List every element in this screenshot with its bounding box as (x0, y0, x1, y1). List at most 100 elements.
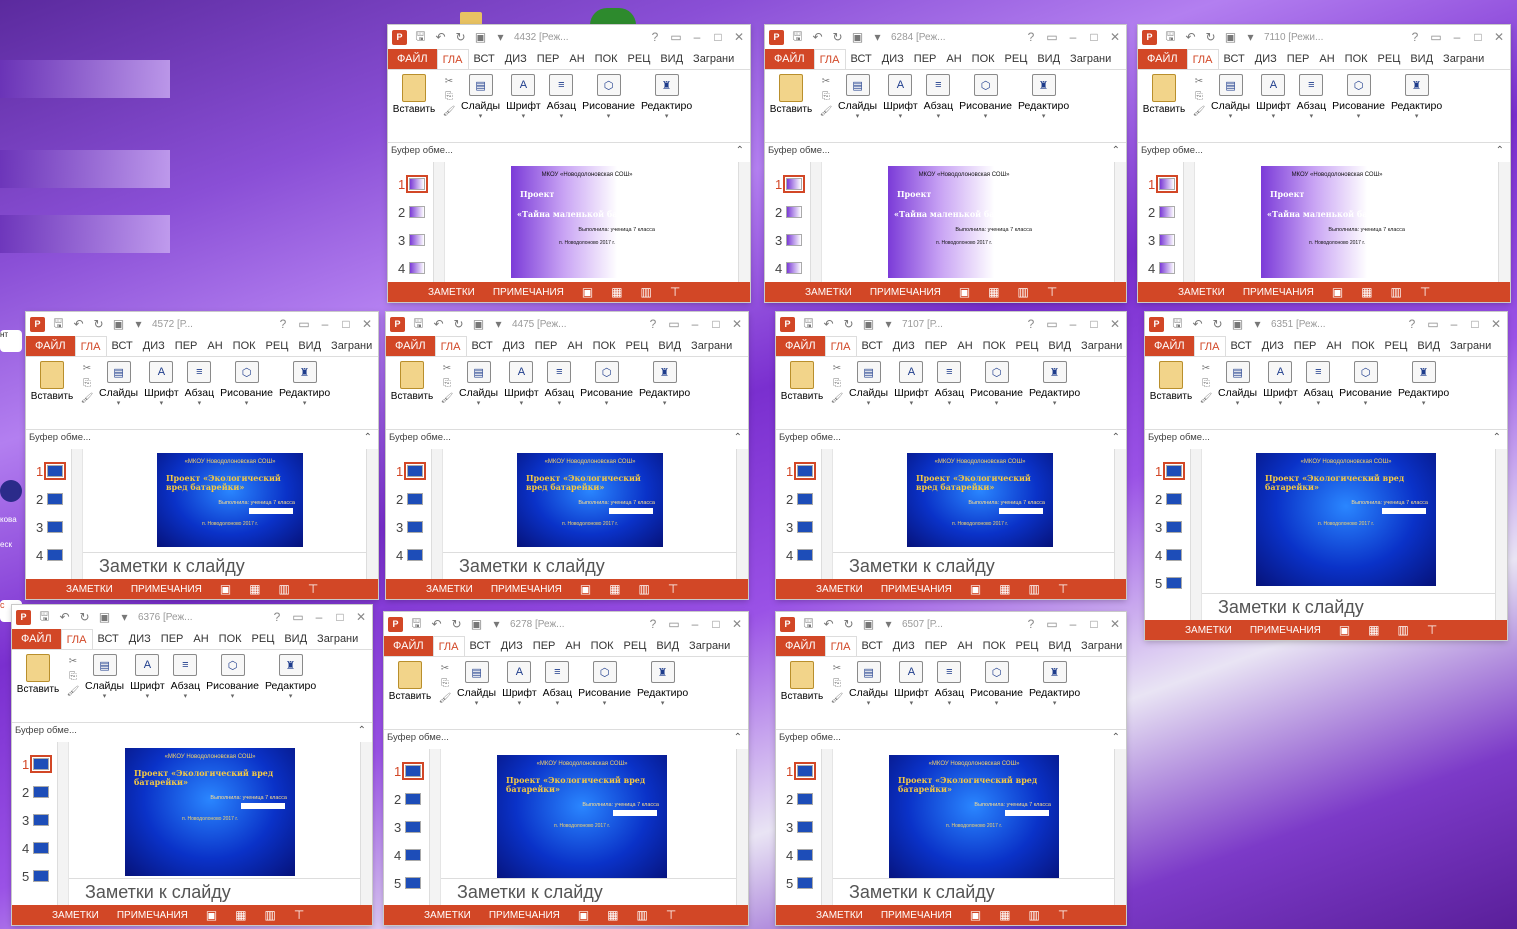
paste-button[interactable]: Вставить (1138, 74, 1190, 115)
ribbon-group-1[interactable]: A Шрифт ▾ (141, 361, 182, 407)
thumbnail-scrollbar[interactable] (429, 749, 440, 905)
ribbon-group-1[interactable]: A Шрифт ▾ (127, 654, 168, 700)
ribbon-display-icon[interactable]: ▭ (667, 617, 681, 631)
ribbon-group-0[interactable]: ▤ Слайды ▾ (846, 661, 891, 707)
save-icon[interactable]: 🖫 (414, 27, 427, 48)
tab-5[interactable]: АН (1321, 336, 1346, 356)
copy-icon[interactable]: ⎘ (833, 378, 841, 389)
normal-view-icon[interactable]: ▣ (206, 908, 217, 922)
powerpoint-app-icon[interactable]: P (780, 316, 795, 332)
slide-sorter-icon[interactable]: ▦ (999, 582, 1010, 596)
copy-icon[interactable]: ⎘ (822, 91, 830, 102)
slideshow-icon[interactable]: ▣ (1231, 317, 1244, 331)
slideshow-icon[interactable]: ▣ (1224, 30, 1237, 44)
tab-1[interactable]: ГЛА (1186, 49, 1219, 69)
editor-scrollbar[interactable] (360, 742, 372, 905)
close-icon[interactable]: ✕ (730, 317, 744, 331)
minimize-icon[interactable]: – (690, 30, 704, 44)
tab-1[interactable]: ГЛА (813, 49, 846, 69)
ribbon-display-icon[interactable]: ▭ (667, 317, 681, 331)
slide-canvas[interactable]: МКОУ «Новодолоновская СОШ» Проект «Тайна м… (1261, 166, 1413, 278)
ribbon-group-1[interactable]: A Шрифт ▾ (501, 361, 542, 407)
editor-scrollbar[interactable] (736, 749, 748, 905)
ribbon-display-icon[interactable]: ▭ (1045, 317, 1059, 331)
thumbnail-scrollbar[interactable] (71, 449, 82, 579)
slide-thumbnails-pane[interactable]: 1 2 3 4 (1138, 162, 1195, 282)
notes-pane[interactable]: Заметки к слайду (441, 878, 748, 905)
desktop-shortcut-icon[interactable]: нт (0, 330, 22, 352)
quick-access-dropdown-icon[interactable]: ▾ (492, 317, 505, 331)
slideshow-view-icon[interactable]: ⊤ (666, 908, 676, 922)
redo-icon[interactable]: ↻ (452, 317, 465, 331)
ribbon-group-4[interactable]: ♜ Редактиро ▾ (1015, 74, 1072, 120)
tab-9[interactable]: Заграни (1076, 336, 1126, 356)
ribbon-display-icon[interactable]: ▭ (1429, 30, 1443, 44)
tab-5[interactable]: АН (1314, 49, 1339, 69)
ribbon-group-2[interactable]: ≡ Абзац ▾ (542, 361, 577, 407)
powerpoint-window[interactable]: P 🖫 ↶ ↻ ▣ ▾ 6284 [Реж...? ▭ – □ ✕ ФАЙЛ ГЛА ВСТ ДИЗ ПЕР А… (765, 25, 1126, 302)
tab-8[interactable]: ВИД (1032, 49, 1065, 69)
quick-access-dropdown-icon[interactable]: ▾ (882, 617, 895, 631)
ribbon-group-2[interactable]: ≡ Абзац ▾ (544, 74, 579, 120)
ribbon-group-2[interactable]: ≡ Абзац ▾ (932, 661, 967, 707)
editor-scrollbar[interactable] (1495, 449, 1507, 620)
slide-sorter-icon[interactable]: ▦ (1361, 285, 1372, 299)
ribbon-group-0[interactable]: ▤ Слайды ▾ (458, 74, 503, 120)
redo-icon[interactable]: ↻ (450, 617, 463, 631)
tab-9[interactable]: Заграни (1065, 49, 1116, 69)
ribbon-display-icon[interactable]: ▭ (297, 317, 311, 331)
ribbon-display-icon[interactable]: ▭ (1426, 317, 1440, 331)
ribbon-group-1[interactable]: A Шрифт ▾ (891, 361, 932, 407)
quick-access-dropdown-icon[interactable]: ▾ (1251, 317, 1264, 331)
tab-1[interactable]: ГЛА (434, 336, 467, 356)
tab-9[interactable]: Заграни (1076, 636, 1126, 656)
desktop-label[interactable]: еск (0, 540, 22, 562)
collapse-ribbon-icon[interactable]: ⌃ (1112, 732, 1120, 743)
undo-icon[interactable]: ↶ (822, 617, 835, 631)
quick-access-dropdown-icon[interactable]: ▾ (871, 30, 884, 44)
powerpoint-app-icon[interactable]: P (769, 29, 784, 45)
tab-8[interactable]: ВИД (293, 336, 326, 356)
save-icon[interactable]: 🖫 (802, 314, 815, 335)
comments-button[interactable]: ПРИМЕЧАНИЯ (493, 287, 564, 298)
powerpoint-window[interactable]: P 🖫 ↶ ↻ ▣ ▾ 6351 [Реж...? ▭ – □ ✕ ФАЙЛ ГЛА ВСТ ДИЗ ПЕР А… (1145, 312, 1507, 640)
slideshow-view-icon[interactable]: ⊤ (1420, 285, 1430, 299)
tab-0[interactable]: ФАЙЛ (776, 636, 825, 656)
ribbon-group-1[interactable]: A Шрифт ▾ (1253, 74, 1294, 120)
redo-icon[interactable]: ↻ (78, 610, 91, 624)
thumbnail-scrollbar[interactable] (433, 162, 444, 282)
save-icon[interactable]: 🖫 (802, 614, 815, 635)
minimize-icon[interactable]: – (318, 317, 332, 331)
slide-editor[interactable]: «МКОУ Новодолоновская СОШ» Проект «Эколог… (83, 449, 378, 579)
undo-icon[interactable]: ↶ (58, 610, 71, 624)
ribbon-group-4[interactable]: ♜ Редактиро ▾ (1388, 74, 1445, 120)
quick-access-dropdown-icon[interactable]: ▾ (882, 317, 895, 331)
thumbnail-scrollbar[interactable] (1183, 162, 1194, 282)
thumbnail-scrollbar[interactable] (431, 449, 442, 579)
ribbon-group-3[interactable]: ⬡ Рисование ▾ (577, 361, 636, 407)
tab-6[interactable]: ПОК (228, 336, 261, 356)
tab-2[interactable]: ВСТ (1226, 336, 1257, 356)
tab-0[interactable]: ФАЙЛ (765, 49, 814, 69)
slide-editor[interactable]: МКОУ «Новодолоновская СОШ» Проект «Тайна м… (822, 162, 1126, 282)
tab-4[interactable]: ПЕР (909, 49, 942, 69)
ribbon-group-4[interactable]: ♜ Редактиро ▾ (276, 361, 333, 407)
quick-access-dropdown-icon[interactable]: ▾ (494, 30, 507, 44)
tab-9[interactable]: Заграни (312, 629, 363, 649)
reading-view-icon[interactable]: ▥ (1391, 285, 1402, 299)
cut-icon[interactable]: ✂ (441, 663, 449, 674)
reading-view-icon[interactable]: ▥ (1398, 623, 1409, 637)
slide-editor[interactable]: «МКОУ Новодолоновская СОШ» Проект «Эколог… (441, 749, 748, 905)
ribbon-group-2[interactable]: ≡ Абзац ▾ (1294, 74, 1329, 120)
reading-view-icon[interactable]: ▥ (1029, 582, 1040, 596)
quick-access-dropdown-icon[interactable]: ▾ (132, 317, 145, 331)
ribbon-group-3[interactable]: ⬡ Рисование ▾ (217, 361, 276, 407)
tab-7[interactable]: РЕЦ (621, 336, 654, 356)
tab-3[interactable]: ДИЗ (1257, 336, 1289, 356)
save-icon[interactable]: 🖫 (1171, 314, 1184, 335)
quick-access-dropdown-icon[interactable]: ▾ (490, 617, 503, 631)
save-icon[interactable]: 🖫 (1164, 27, 1177, 48)
help-icon[interactable]: ? (648, 30, 662, 44)
minimize-icon[interactable]: – (688, 617, 702, 631)
help-icon[interactable]: ? (1024, 317, 1038, 331)
